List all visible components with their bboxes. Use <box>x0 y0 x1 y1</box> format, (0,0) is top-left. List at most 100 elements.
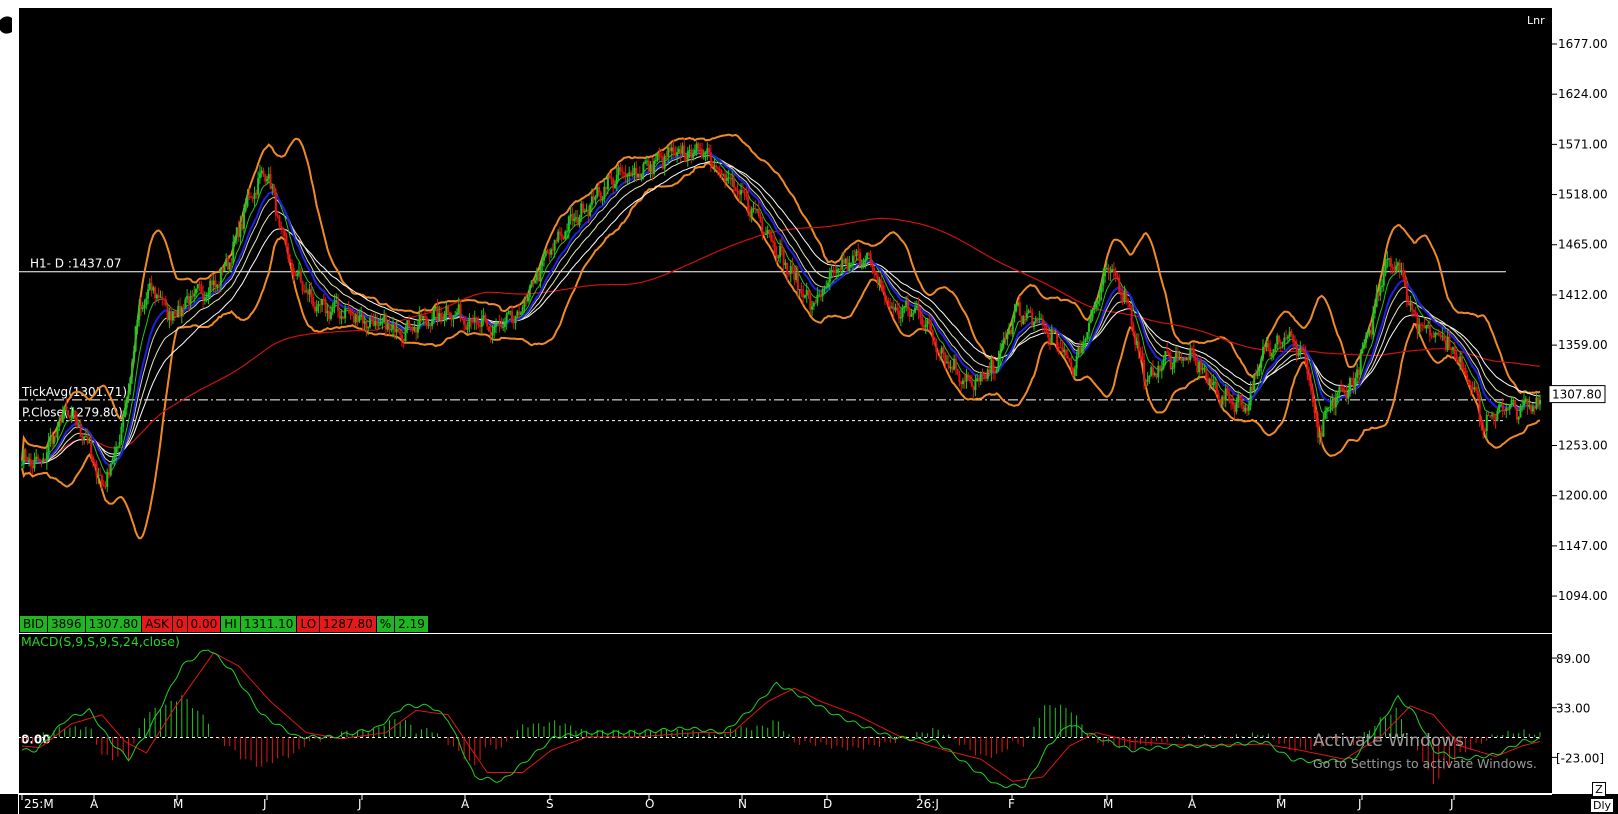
candle-body <box>802 293 805 298</box>
candle-body <box>219 269 222 286</box>
candle-body <box>514 315 517 324</box>
candle-body <box>862 262 865 265</box>
candle-body <box>1041 318 1044 326</box>
candle-body <box>612 178 615 188</box>
candle-body <box>345 308 348 310</box>
candle-body <box>548 252 551 255</box>
candle-body <box>1235 402 1238 412</box>
candle-body <box>1009 329 1012 335</box>
candle-body <box>654 160 657 162</box>
period-button[interactable]: Dly <box>1590 798 1614 813</box>
candle-body <box>736 191 739 193</box>
time-tick-label: 26:J <box>916 797 939 811</box>
candle-body <box>965 375 968 382</box>
candle-body <box>1008 329 1011 335</box>
candle-body <box>1469 384 1472 388</box>
candle-body <box>587 209 590 216</box>
candle-body <box>1270 353 1273 357</box>
zoom-button[interactable]: Z <box>1592 782 1606 797</box>
candle-body <box>420 314 423 319</box>
candle-body <box>498 323 501 325</box>
candle-body <box>136 319 139 327</box>
candle-body <box>999 350 1002 359</box>
candle-body <box>125 397 128 408</box>
candle-body <box>905 301 908 306</box>
candle-body <box>1302 350 1305 353</box>
time-tick-label: J <box>1449 797 1454 811</box>
candle-body <box>519 312 522 315</box>
candle-body <box>1375 293 1378 307</box>
candle-body <box>683 145 686 156</box>
candle-body <box>1150 367 1153 376</box>
candle-body <box>1127 299 1130 304</box>
candle-body <box>234 236 237 242</box>
candle-body <box>1372 313 1375 335</box>
price-chart[interactable]: H1- D :1437.07TickAvg(1301.71)P.Close(12… <box>0 0 1618 814</box>
candle-body <box>525 299 528 302</box>
candle-body <box>68 415 71 418</box>
candle-body <box>306 290 309 295</box>
candle-body <box>301 281 304 291</box>
candle-body <box>594 196 597 201</box>
candle-body <box>605 186 608 190</box>
candle-body <box>322 299 325 301</box>
price-tick-label: 1094.00 <box>1558 589 1608 603</box>
candle-body <box>633 167 636 174</box>
candle-body <box>855 250 858 257</box>
candle-body <box>266 178 269 182</box>
time-tick-label: A <box>90 797 99 811</box>
candle-body <box>1471 387 1474 390</box>
candle-body <box>1400 270 1403 272</box>
candle-body <box>512 321 515 324</box>
low-label: LO <box>297 616 321 632</box>
candle-body <box>748 211 751 217</box>
candle-body <box>1306 361 1309 374</box>
candle-body <box>1288 331 1291 337</box>
price-tick-label: 1359.00 <box>1558 338 1608 352</box>
candle-body <box>276 215 279 217</box>
candle-body <box>402 339 405 342</box>
candle-body <box>42 458 45 463</box>
candle-body <box>65 406 68 411</box>
candle-body <box>58 420 61 427</box>
candle-body <box>209 280 212 294</box>
candle-body <box>1480 419 1483 426</box>
candle-body <box>36 456 39 460</box>
candle-body <box>113 454 116 460</box>
candle-body <box>716 167 719 169</box>
candle-body <box>1031 312 1034 326</box>
candle-body <box>205 297 208 299</box>
candle-body <box>582 203 585 213</box>
candle-body <box>1491 414 1494 416</box>
candle-body <box>175 312 178 316</box>
candle-body <box>120 426 123 442</box>
candle-body <box>61 413 64 423</box>
scale-mode-label[interactable]: Lnr <box>1527 14 1545 27</box>
candle-body <box>388 323 391 330</box>
candle-body <box>1075 356 1078 369</box>
candle-body <box>896 307 899 311</box>
candle-body <box>155 294 158 299</box>
candle-body <box>807 290 810 296</box>
candle-body <box>308 289 311 295</box>
candle-body <box>1056 331 1059 347</box>
candle-body <box>139 304 142 309</box>
candle-body <box>377 324 380 326</box>
candle-body <box>319 304 322 306</box>
candle-body <box>1175 352 1178 358</box>
candle-body <box>827 282 830 287</box>
candle-body <box>392 324 395 330</box>
activation-watermark-text: Go to Settings to activate Windows. <box>1313 756 1537 771</box>
candle-body <box>908 309 911 317</box>
candle-body <box>555 240 558 242</box>
candle-body <box>342 316 345 319</box>
candle-body <box>977 378 980 382</box>
candle-body <box>503 321 506 327</box>
candle-body <box>700 149 703 158</box>
candle-body <box>1061 347 1064 353</box>
candle-body <box>940 347 943 354</box>
candle-body <box>1363 342 1366 348</box>
candle-body <box>828 271 831 283</box>
candle-body <box>562 236 565 240</box>
candle-body <box>850 262 853 264</box>
